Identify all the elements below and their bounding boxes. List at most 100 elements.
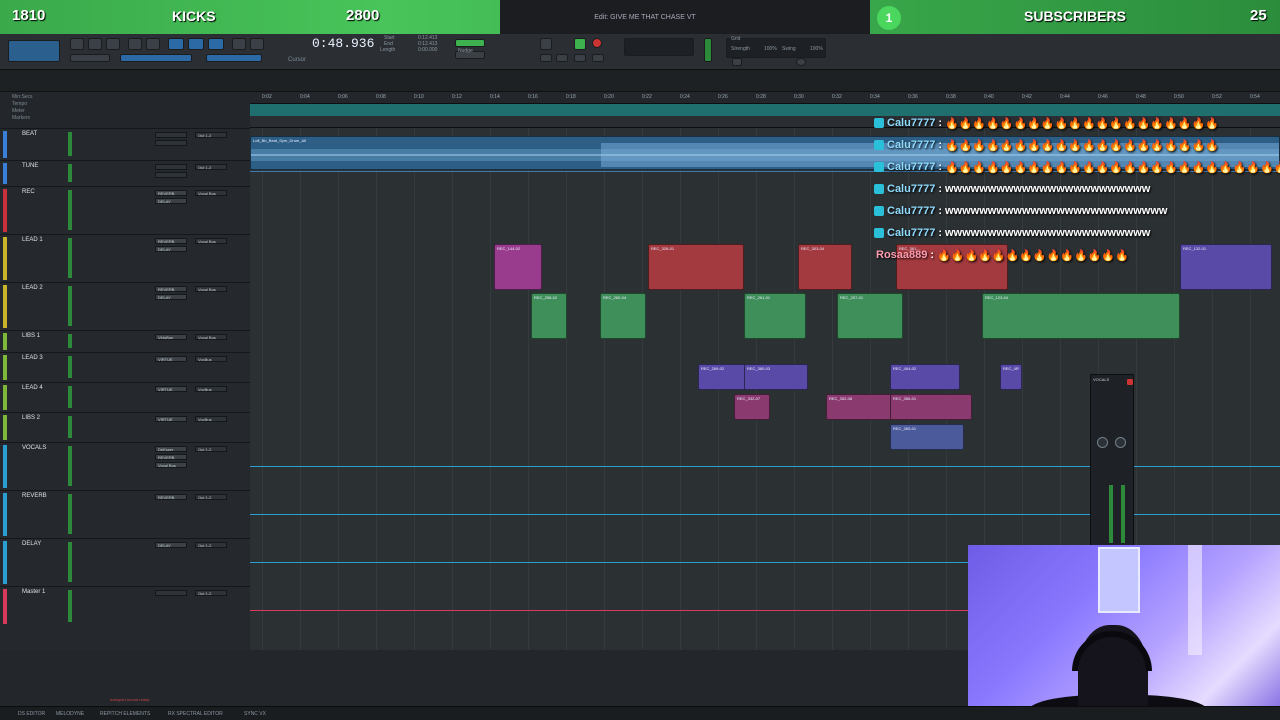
track-header[interactable]: DELAY DELAY Out 1-2 (0, 538, 250, 586)
lead2-clip[interactable]: REC_260-04 (600, 293, 646, 339)
insert-slot[interactable]: REVERB (155, 190, 187, 196)
lead2-clip[interactable]: REC_257-01 (837, 293, 903, 339)
insert-slot[interactable]: DELAY (155, 198, 187, 204)
lead4-clip[interactable]: REC_332-07 (734, 394, 770, 420)
close-icon[interactable] (1127, 379, 1133, 385)
output-selector[interactable]: Out 1-2 (195, 590, 227, 596)
insert-slot[interactable]: VIRTUE (155, 386, 187, 392)
track-header[interactable]: REVERB REVERB Out 1-2 (0, 490, 250, 538)
min-secs-ruler[interactable]: 0:02 0:04 0:06 0:08 0:10 0:12 0:14 0:16 0:18 0:20… (250, 92, 1280, 104)
lead3-clip[interactable]: REC_380-03 (744, 364, 808, 390)
search-button[interactable] (732, 58, 742, 66)
insert-slot[interactable]: VIRTUE (155, 416, 187, 422)
lead3-clip[interactable]: REC_404-02 (890, 364, 960, 390)
insert-slot[interactable] (155, 132, 187, 138)
status-bar-item[interactable]: MELODYNE (56, 711, 84, 717)
status-bar-item[interactable]: REPITCH ELEMENTS (100, 711, 150, 717)
rewind-button[interactable] (540, 38, 552, 50)
vocals-output-window[interactable]: VOCALS (1090, 374, 1134, 546)
zoom-button-2[interactable] (88, 38, 102, 50)
lead4-clip[interactable]: REC_356-01 (890, 394, 972, 420)
lead2-clip[interactable]: REC_123-04 (982, 293, 1180, 339)
output-selector[interactable]: Vocal Bus (195, 190, 227, 196)
output-selector[interactable]: Out 1-2 (195, 164, 227, 170)
insert-slot[interactable]: DELAY (155, 246, 187, 252)
midi-controls[interactable] (624, 38, 694, 56)
insert-slot[interactable]: REVERB (155, 238, 187, 244)
rewind-small-button[interactable] (556, 54, 568, 62)
track-header[interactable]: LEAD 4 VIRTUE VocBus (0, 382, 250, 412)
insert-slot[interactable]: DeEsser (155, 446, 187, 452)
settings-gear-icon[interactable] (796, 58, 806, 66)
selector-tool-button[interactable] (128, 38, 142, 50)
edit-mode-selector[interactable] (8, 40, 60, 62)
tab-to-transient-button[interactable] (232, 38, 246, 50)
track-name[interactable]: DELAY (22, 541, 41, 547)
play-button[interactable] (574, 38, 586, 50)
edit-mode-buttons[interactable] (120, 54, 192, 62)
fast-forward-button[interactable] (574, 54, 586, 62)
output-selector[interactable]: Vocal Bus (195, 238, 227, 244)
lead4-clip[interactable]: REC_352-08 (826, 394, 896, 420)
track-name[interactable]: VOCALS (22, 445, 46, 451)
track-header[interactable]: LEAD 2 REVERB DELAY Vocal Bus (0, 282, 250, 330)
lead1-clip[interactable]: REC_326-01 (648, 244, 744, 290)
pan-knob[interactable] (1115, 437, 1126, 448)
lead2-clip[interactable]: REC_258-02 (531, 293, 567, 339)
output-selector[interactable]: Vocal Bus (195, 334, 227, 340)
insert-slot[interactable]: DELAY (155, 542, 187, 548)
libs2-clip[interactable]: REC_365-01 (890, 424, 964, 450)
track-header[interactable]: REC REVERB DELAY Vocal Bus (0, 186, 250, 234)
output-selector[interactable]: Out 1-2 (195, 494, 227, 500)
link-button[interactable] (250, 38, 264, 50)
insert-slot[interactable] (155, 140, 187, 146)
track-name[interactable]: LIBS 2 (22, 415, 40, 421)
grabber-tool-button[interactable] (146, 38, 160, 50)
keyboard-focus-buttons[interactable] (206, 54, 262, 62)
track-header[interactable]: TUNE Out 1-2 (0, 160, 250, 186)
track-name[interactable]: TUNE (22, 163, 38, 169)
insert-slot[interactable]: VIRTUE (155, 356, 187, 362)
track-name[interactable]: LIBS 1 (22, 333, 40, 339)
record-button[interactable] (592, 38, 602, 48)
status-bar-item[interactable]: RX SPECTRAL EDITOR (168, 711, 223, 717)
track-name[interactable]: LEAD 3 (22, 355, 43, 361)
insert-slot[interactable] (155, 172, 187, 178)
insert-slot[interactable]: REVERB (155, 494, 187, 500)
go-to-end-button[interactable] (592, 54, 604, 62)
pencil-tool-button[interactable] (208, 38, 224, 50)
insert-slot[interactable]: DELAY (155, 294, 187, 300)
status-bar-item[interactable]: DS EDITOR (18, 711, 45, 717)
track-header[interactable]: BEAT Out 1-2 (0, 128, 250, 160)
status-bar-item[interactable]: SYNC VX (244, 711, 266, 717)
main-counter[interactable]: 0:48.936 (312, 36, 374, 51)
track-name[interactable]: LEAD 1 (22, 237, 43, 243)
smart-tool-button[interactable] (168, 38, 184, 50)
output-selector[interactable]: VocBus (195, 386, 227, 392)
track-header[interactable]: LEAD 3 VIRTUE VocBus (0, 352, 250, 382)
length-value[interactable]: 0:00.000 (418, 47, 437, 53)
output-selector[interactable]: Vocal Bus (195, 286, 227, 292)
insert-slot[interactable]: VirtuBus (155, 334, 187, 340)
track-header[interactable]: LIBS 1 VirtuBus Vocal Bus (0, 330, 250, 352)
insert-slot[interactable] (155, 590, 187, 596)
output-selector[interactable]: VocBus (195, 416, 227, 422)
zoom-button[interactable] (70, 38, 84, 50)
insert-slot[interactable] (155, 164, 187, 170)
track-header[interactable]: LIBS 2 VIRTUE VocBus (0, 412, 250, 442)
return-to-zero-button[interactable] (540, 54, 552, 62)
swing-value[interactable]: 100% (810, 46, 823, 52)
output-selector[interactable]: VocBus (195, 356, 227, 362)
lead3-clip[interactable]: REC_4R (1000, 364, 1022, 390)
lead1-clip[interactable]: REC_303-04 (798, 244, 852, 290)
track-name[interactable]: Master 1 (22, 589, 45, 595)
track-header[interactable]: VOCALS DeEsser REVERB Vocal Bus Out 1-2 (0, 442, 250, 490)
volume-knob[interactable] (1097, 437, 1108, 448)
lead1-clip[interactable]: REC_144-02 (494, 244, 542, 290)
track-header[interactable]: LEAD 1 REVERB DELAY Vocal Bus (0, 234, 250, 282)
lead2-clip[interactable]: REC_261-01 (744, 293, 806, 339)
insert-slot[interactable]: Vocal Bus (155, 462, 187, 468)
insert-slot[interactable]: REVERB (155, 454, 187, 460)
trim-tool-button[interactable] (106, 38, 120, 50)
track-header[interactable]: Master 1 Out 1-2 (0, 586, 250, 626)
